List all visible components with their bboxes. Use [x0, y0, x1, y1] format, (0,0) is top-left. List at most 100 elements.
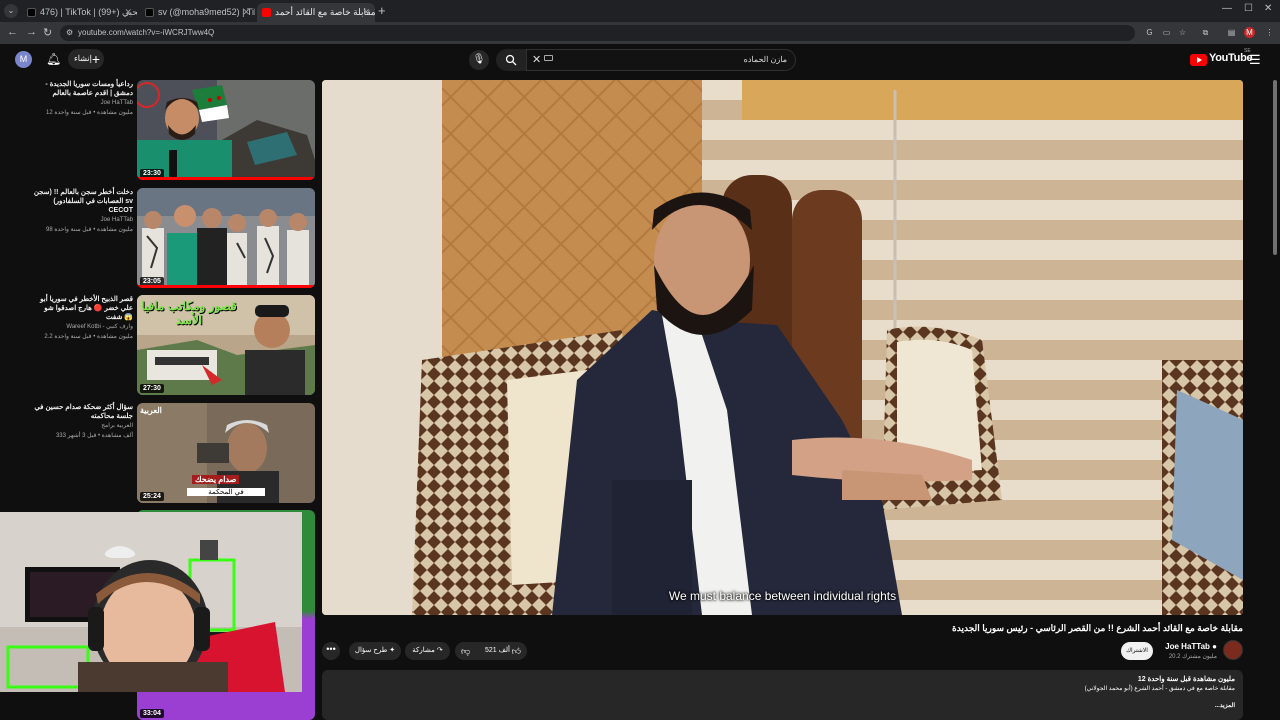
recommendation-item[interactable]: رداعيأ ومسات سوريا الجديدة - دمشق | اقدم… [30, 80, 315, 184]
clear-search-icon[interactable]: ✕ [532, 49, 541, 71]
voice-search-mic-icon[interactable]: 🎙︎ [469, 50, 489, 70]
rec-channel[interactable]: Wareef Kotbi - وارف كتبي [30, 323, 133, 332]
plus-icon: + [91, 51, 100, 67]
minimize-icon[interactable]: — [1222, 3, 1232, 14]
webcam-feed-image [0, 512, 302, 692]
browser-tab-2[interactable]: sv (@moha9med52) | TikTok ? ✕ [140, 3, 255, 22]
search-icon [505, 54, 517, 66]
channel-avatar[interactable] [1223, 640, 1243, 660]
subscriber-count: 20.2 مليون مشترك [1168, 654, 1217, 660]
profile-avatar[interactable]: M [1244, 27, 1255, 38]
rec-thumbnail[interactable]: 23:05 [137, 188, 315, 288]
sparkle-icon: ✦ [389, 647, 396, 654]
video-duration: 33:04 [140, 709, 164, 718]
reload-icon[interactable]: ↻ [43, 26, 52, 39]
rec-thumbnail[interactable]: قصور ومكاتب مافيا الأسد 27:30 [137, 295, 315, 395]
webcam-overlay [0, 512, 302, 692]
site-info-icon[interactable]: ⚙ [66, 25, 73, 41]
new-tab-button[interactable]: + [378, 3, 386, 18]
rec-channel[interactable]: Joe HaTTab [30, 216, 133, 225]
thumbnail-image [137, 80, 315, 180]
share-arrow-icon: ↷ [436, 647, 443, 654]
description-more-link[interactable]: ...المزيد [330, 702, 1235, 709]
translate-icon[interactable]: G [1144, 27, 1155, 38]
thumbnail-overlay-text: قصور ومكاتب مافيا الأسد [141, 299, 237, 327]
ask-question-button[interactable]: طرح سؤال ✦ [349, 642, 401, 660]
description-box[interactable]: 12 مليون مشاهدة قبل سنة واحدة مقابلة خاص… [322, 670, 1243, 720]
verified-check-icon: ● [1212, 642, 1217, 651]
subscribe-button[interactable]: الاشتراك [1121, 642, 1153, 660]
video-duration: 25:24 [140, 492, 164, 501]
dislike-icon[interactable]: 👎︎ [461, 642, 470, 660]
description-text: مقابلة خاصة مع في دمشق - أحمد الشرع (أبو… [1084, 686, 1235, 692]
account-avatar[interactable]: M [15, 51, 32, 68]
tab-search-dropdown[interactable]: ⌄ [4, 4, 18, 18]
description-stats: 12 مليون مشاهدة قبل سنة واحدة [1137, 676, 1235, 683]
search-input[interactable]: مازن الحماده [526, 49, 796, 71]
rec-channel[interactable]: العربية برامج [30, 422, 133, 431]
close-icon[interactable]: ✕ [362, 3, 370, 22]
channel-name-text: Joe HaTTab [1165, 642, 1210, 651]
notifications-bell-icon[interactable]: 🔔︎ [46, 52, 61, 66]
tiktok-icon [145, 8, 154, 17]
extensions-icon[interactable]: ⧉ [1200, 27, 1211, 38]
rec-title[interactable]: قصر الذبيح الأخطر في سوريا أبو علي خضر 🔴… [30, 295, 133, 322]
like-icon[interactable]: 👍︎ [512, 642, 521, 660]
page-scrollbar[interactable] [1273, 80, 1277, 255]
create-label: إنشاء [74, 54, 92, 63]
close-window-icon[interactable]: ✕ [1264, 3, 1272, 14]
bookmark-star-icon[interactable]: ☆ [1177, 27, 1188, 38]
recommendation-item[interactable]: سؤال أكثر ضحكة صدام حسين في جلسة محاكمته… [30, 403, 315, 507]
rec-thumbnail[interactable]: 23:30 [137, 80, 315, 180]
rec-title[interactable]: دخلت أخطر سجن بالعالم !! (سجن العصابات ف… [30, 188, 133, 215]
watch-progress-bar [137, 285, 315, 288]
video-duration: 27:30 [140, 384, 164, 393]
chrome-menu-icon[interactable]: ⋮ [1264, 27, 1275, 38]
rec-title[interactable]: سؤال أكثر ضحكة صدام حسين في جلسة محاكمته [30, 403, 133, 421]
rec-channel[interactable]: Joe HaTTab [30, 99, 133, 108]
thumbnail-overlay-logo: العربية [140, 406, 162, 415]
maximize-icon[interactable]: ☐ [1244, 3, 1253, 14]
guide-menu-icon[interactable]: ☰ [1249, 52, 1261, 68]
rec-title[interactable]: رداعيأ ومسات سوريا الجديدة - دمشق | اقدم… [30, 80, 133, 98]
like-count[interactable]: 521 ألف [485, 642, 510, 660]
address-bar[interactable]: ⚙ youtube.com/watch?v=-iWCRJTww4Q [60, 25, 1135, 41]
ask-label: طرح سؤال [354, 647, 388, 654]
recommendation-item[interactable]: دخلت أخطر سجن بالعالم !! (سجن العصابات ف… [30, 188, 315, 292]
channel-name[interactable]: Joe HaTTab ● [1165, 642, 1217, 651]
video-player[interactable]: We must balance between individual right… [322, 80, 1243, 615]
browser-tab-1[interactable]: 476) | TikTok | وطن بيحبي (+99) ✕ [22, 3, 137, 22]
more-actions-button[interactable]: ••• [322, 642, 340, 660]
video-subtitle: We must balance between individual right… [668, 589, 897, 603]
close-icon[interactable]: ✕ [124, 3, 132, 22]
tab-title: 476) | TikTok | وطن بيحبي (+99) [40, 7, 137, 17]
rec-thumbnail[interactable]: العربية صدام يضحك في المحكمة 25:24 [137, 403, 315, 503]
share-button[interactable]: مشاركة ↷ [405, 642, 450, 660]
rec-stats: 333 ألف مشاهدة • قبل 3 أشهر [55, 433, 133, 439]
forward-icon[interactable]: → [26, 26, 37, 38]
url-text: youtube.com/watch?v=-iWCRJTww4Q [78, 28, 215, 37]
rec-stats: 2.2 مليون مشاهدة • قبل سنة واحدة [44, 334, 133, 340]
tab-title: مقابلة خاصة مع القائد أحمد ! [275, 7, 375, 17]
rec-stats: 98 مليون مشاهدة • قبل سنة واحدة [46, 227, 133, 233]
reading-list-icon[interactable]: ▤ [1226, 27, 1237, 38]
tiktok-icon [27, 8, 36, 17]
thumbnail-image [137, 188, 315, 288]
search-button[interactable] [496, 49, 526, 71]
back-icon[interactable]: ← [7, 26, 18, 38]
browser-tab-3-active[interactable]: مقابلة خاصة مع القائد أحمد ! ✕ [257, 3, 375, 22]
youtube-icon [262, 8, 271, 17]
close-icon[interactable]: ✕ [242, 3, 250, 22]
video-title: مقابلة خاصة مع القائد أحمد الشرع !! من ا… [952, 623, 1243, 633]
share-label: مشاركة [412, 647, 435, 654]
youtube-play-icon [1190, 54, 1207, 66]
video-frame [322, 80, 1243, 615]
create-button[interactable]: إنشاء + [68, 49, 104, 69]
watch-progress-bar [137, 177, 315, 180]
youtube-header: M 🔔︎ إنشاء + 🎙︎ مازن الحماده ✕ YouTube S… [0, 44, 1280, 76]
cast-icon[interactable]: ▭ [1161, 27, 1172, 38]
recommendation-item[interactable]: قصر الذبيح الأخطر في سوريا أبو علي خضر 🔴… [30, 295, 315, 399]
thumbnail-overlay-caption: صدام يضحك [192, 475, 240, 484]
keyboard-icon[interactable] [544, 55, 553, 61]
like-dislike-group: 👎︎ 521 ألف 👍︎ [455, 642, 527, 660]
